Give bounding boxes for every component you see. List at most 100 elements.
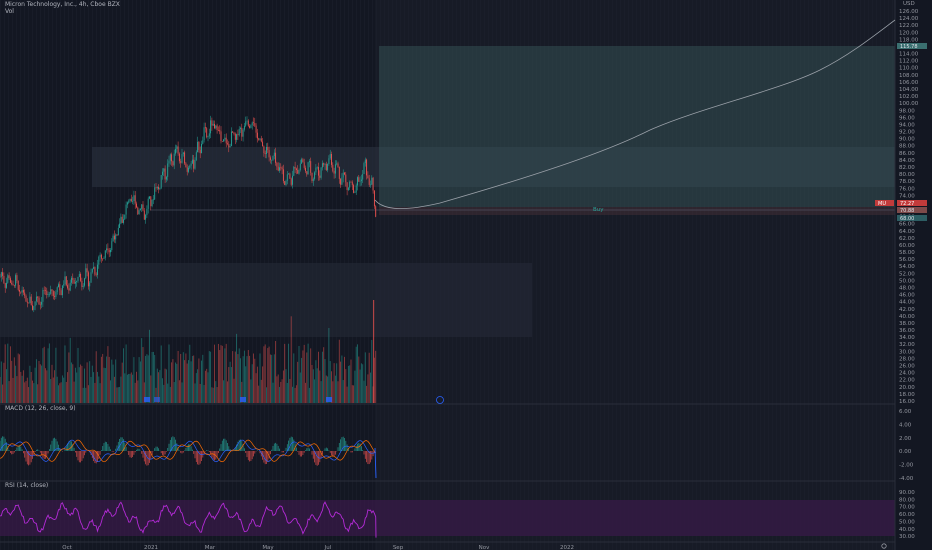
volume-bar bbox=[11, 360, 13, 403]
volume-bar bbox=[106, 356, 108, 403]
volume-bar bbox=[56, 376, 58, 403]
candle-body bbox=[7, 275, 9, 283]
macd-histogram-bar bbox=[194, 451, 196, 459]
macd-histogram-bar bbox=[219, 448, 221, 451]
candle-body bbox=[194, 160, 196, 169]
candle-body bbox=[80, 273, 82, 281]
macd-histogram-bar bbox=[149, 451, 150, 463]
volume-bar bbox=[29, 365, 31, 403]
candle-body bbox=[236, 134, 238, 140]
stop-zone bbox=[379, 207, 895, 215]
volume-bar bbox=[293, 353, 295, 403]
candle-body bbox=[336, 163, 338, 165]
volume-bar bbox=[184, 360, 186, 403]
candle-body bbox=[60, 290, 62, 296]
macd-histogram-bar bbox=[167, 447, 169, 451]
volume-bar bbox=[312, 369, 314, 403]
volume-bar bbox=[288, 343, 290, 403]
macd-histogram-bar bbox=[82, 451, 84, 459]
volume-bar bbox=[251, 364, 253, 403]
candle-body bbox=[277, 166, 279, 171]
candle-body bbox=[292, 175, 293, 185]
candle-body bbox=[246, 120, 248, 122]
trading-chart[interactable]: Buy 126.00124.00122.00120.00118.00116.00… bbox=[0, 0, 932, 550]
volume-bar bbox=[59, 383, 61, 403]
volume-bar bbox=[242, 356, 244, 403]
macd-histogram-bar bbox=[32, 451, 33, 459]
volume-bar bbox=[167, 383, 169, 403]
earnings-marker[interactable] bbox=[154, 397, 160, 402]
candle-body bbox=[357, 177, 358, 186]
candle-body bbox=[302, 159, 304, 163]
symbol-title[interactable]: Micron Technology, Inc., 4h, Cboe BZX bbox=[5, 1, 120, 8]
macd-histogram-bar bbox=[251, 451, 253, 460]
volume-bar bbox=[364, 352, 366, 403]
candle-body bbox=[230, 131, 232, 147]
earnings-marker[interactable] bbox=[326, 397, 332, 402]
macd-histogram-bar bbox=[156, 446, 158, 451]
candle-body bbox=[264, 153, 266, 155]
volume-bar bbox=[262, 366, 264, 403]
volume-bar bbox=[15, 365, 17, 403]
volume-bar bbox=[290, 316, 292, 403]
volume-bar bbox=[19, 354, 20, 403]
volume-bar bbox=[72, 364, 74, 403]
svg-text:72.27: 72.27 bbox=[900, 201, 914, 207]
earnings-marker[interactable] bbox=[144, 397, 150, 402]
earnings-marker[interactable] bbox=[240, 397, 246, 402]
volume-bar bbox=[185, 353, 187, 403]
macd-histogram-bar bbox=[56, 441, 58, 451]
candle-body bbox=[293, 166, 295, 176]
volume-bar bbox=[146, 354, 148, 403]
price-tick: 58.00 bbox=[899, 250, 915, 256]
macd-histogram-bar bbox=[247, 451, 249, 461]
volume-bar bbox=[64, 345, 66, 403]
volume-bar bbox=[98, 376, 100, 403]
candle-body bbox=[164, 168, 166, 180]
volume-bar bbox=[42, 348, 44, 403]
candle-body bbox=[318, 167, 319, 176]
candle-body bbox=[149, 196, 150, 199]
macd-histogram-bar bbox=[103, 443, 105, 451]
price-tick: 26.00 bbox=[899, 364, 915, 370]
price-tick: 120.00 bbox=[899, 30, 919, 36]
price-tick: 64.00 bbox=[899, 229, 915, 235]
candle-body bbox=[251, 122, 253, 126]
volume-bar bbox=[204, 370, 206, 403]
svg-text:70.88: 70.88 bbox=[900, 208, 914, 214]
macd-label[interactable]: MACD (12, 26, close, 9) bbox=[5, 405, 76, 412]
candle-body bbox=[113, 235, 115, 240]
candle-body bbox=[147, 198, 149, 209]
candle-body bbox=[132, 201, 134, 202]
candle-body bbox=[15, 275, 17, 286]
volume-bar bbox=[294, 387, 296, 403]
volume-bar bbox=[198, 358, 200, 403]
volume-bar bbox=[43, 346, 45, 403]
price-tick: 84.00 bbox=[899, 158, 915, 164]
macd-histogram-bar bbox=[169, 439, 171, 451]
volume-bar bbox=[55, 347, 57, 403]
volume-bar bbox=[234, 351, 236, 403]
volume-bar bbox=[223, 380, 225, 403]
candle-body bbox=[48, 293, 50, 295]
candle-body bbox=[367, 175, 369, 179]
volume-bar bbox=[28, 387, 30, 403]
macd-histogram-bar bbox=[15, 450, 16, 451]
volume-bar bbox=[277, 374, 279, 403]
macd-axis: 6.00 4.00 2.00 0.00 -2.00 -4.00 bbox=[899, 409, 914, 482]
candle-body bbox=[255, 125, 257, 133]
volume-label[interactable]: Vol bbox=[5, 8, 14, 15]
candle-body bbox=[71, 277, 72, 283]
volume-bar bbox=[233, 378, 235, 403]
macd-histogram-bar bbox=[3, 436, 5, 451]
candle-body bbox=[358, 177, 360, 182]
volume-bar bbox=[276, 376, 278, 403]
candle-body bbox=[220, 131, 222, 142]
macd-histogram-bar bbox=[342, 436, 344, 451]
rsi-label[interactable]: RSI (14, close) bbox=[5, 482, 48, 489]
macd-histogram-bar bbox=[76, 451, 78, 457]
candle-body bbox=[316, 167, 318, 168]
volume-bar bbox=[360, 363, 362, 403]
candle-body bbox=[20, 291, 22, 293]
candle-body bbox=[4, 283, 6, 288]
